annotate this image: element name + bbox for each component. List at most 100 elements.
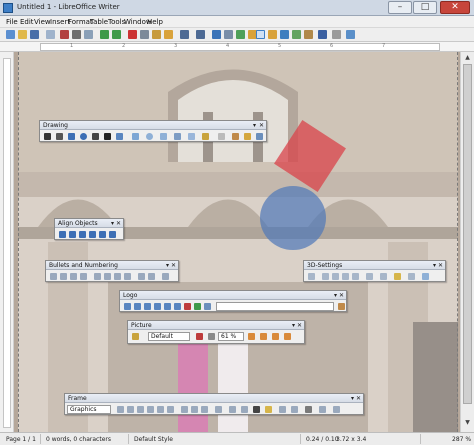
ellipse-icon[interactable]: [80, 133, 87, 140]
border-color-icon[interactable]: [253, 406, 260, 413]
page-style[interactable]: Default Style: [134, 436, 173, 443]
line-icon[interactable]: [56, 133, 63, 140]
wrap-right-icon[interactable]: [157, 406, 164, 413]
logo-go-icon[interactable]: [338, 303, 345, 310]
document-area[interactable]: [14, 52, 460, 432]
cut-icon[interactable]: [128, 30, 137, 39]
clone-formatting-icon[interactable]: [164, 30, 173, 39]
align-left-frame-icon[interactable]: [181, 406, 188, 413]
stop-icon[interactable]: [184, 303, 191, 310]
demote-with-subpoints-icon[interactable]: [80, 273, 87, 280]
maximize-button[interactable]: □: [413, 1, 437, 14]
3d-settings-toolbar[interactable]: 3D-Settings ▾ ✕: [303, 260, 446, 282]
extrusion-toggle-icon[interactable]: [308, 273, 315, 280]
flowchart-icon[interactable]: [174, 133, 181, 140]
rectangle-icon[interactable]: [68, 133, 75, 140]
move-up-icon[interactable]: [94, 273, 101, 280]
left-icon[interactable]: [164, 303, 171, 310]
gallery-icon[interactable]: [292, 30, 301, 39]
color-icon[interactable]: [196, 333, 203, 340]
toolbar-menu-icon[interactable]: ▾: [253, 122, 256, 129]
align-right-icon[interactable]: [79, 231, 86, 238]
export-pdf-icon[interactable]: [60, 30, 69, 39]
back-icon[interactable]: [154, 303, 161, 310]
depth-icon[interactable]: [366, 273, 373, 280]
toolbar-close-icon[interactable]: ✕: [297, 322, 302, 329]
menu-table[interactable]: Table: [90, 18, 108, 26]
menu-edit[interactable]: Edit: [20, 18, 34, 26]
picture-toolbar-header[interactable]: Picture ▾ ✕: [128, 321, 304, 330]
toolbar-menu-icon[interactable]: ▾: [433, 262, 436, 269]
symbol-shapes-icon[interactable]: [146, 133, 153, 140]
toolbar-close-icon[interactable]: ✕: [116, 220, 121, 227]
graphics-mode-select[interactable]: Default: [148, 332, 190, 341]
toolbar-close-icon[interactable]: ✕: [438, 262, 443, 269]
fontwork-icon[interactable]: [232, 133, 239, 140]
background-color-icon[interactable]: [265, 406, 272, 413]
new-document-icon[interactable]: [6, 30, 15, 39]
demote-icon[interactable]: [60, 273, 67, 280]
toolbar-close-icon[interactable]: ✕: [171, 262, 176, 269]
menu-format[interactable]: Format: [68, 18, 93, 26]
toolbar-close-icon[interactable]: ✕: [339, 292, 344, 299]
3d-toolbar-header[interactable]: 3D-Settings ▾ ✕: [304, 261, 445, 270]
move-down-icon[interactable]: [104, 273, 111, 280]
borders-icon[interactable]: [229, 406, 236, 413]
toolbar-menu-icon[interactable]: ▾: [292, 322, 295, 329]
tilt-left-icon[interactable]: [342, 273, 349, 280]
blue-circle-shape[interactable]: [258, 184, 328, 252]
bullets-numbering-toolbar[interactable]: Bullets and Numbering ▾ ✕: [45, 260, 179, 282]
wrap-through-icon[interactable]: [167, 406, 174, 413]
page-count[interactable]: Page 1 / 1: [6, 436, 36, 443]
callout-icon[interactable]: [116, 133, 123, 140]
drawing-toolbar[interactable]: Drawing ▾ ✕: [39, 120, 267, 142]
graphic-properties-icon[interactable]: [284, 333, 291, 340]
link-frames-icon[interactable]: [333, 406, 340, 413]
email-icon[interactable]: [46, 30, 55, 39]
menu-help[interactable]: Help: [147, 18, 163, 26]
table-icon[interactable]: [224, 30, 233, 39]
align-bottom-icon[interactable]: [109, 231, 116, 238]
basic-shapes-icon[interactable]: [132, 133, 139, 140]
hyperlink-icon[interactable]: [212, 30, 221, 39]
run-logo-icon[interactable]: [124, 303, 131, 310]
align-top-icon[interactable]: [89, 231, 96, 238]
copy-icon[interactable]: [140, 30, 149, 39]
surface-icon[interactable]: [408, 273, 415, 280]
align-left-icon[interactable]: [59, 231, 66, 238]
crop-icon[interactable]: [272, 333, 279, 340]
bullets-numbering-dialog-icon[interactable]: [162, 273, 169, 280]
picture-toolbar[interactable]: Picture ▾ ✕ Default 61 %: [127, 320, 305, 344]
align-objects-toolbar[interactable]: Align Objects ▾ ✕: [54, 218, 124, 240]
undo-icon[interactable]: [180, 30, 189, 39]
navigator-icon[interactable]: [280, 30, 289, 39]
close-button[interactable]: ✕: [440, 1, 470, 14]
flip-horizontal-icon[interactable]: [260, 333, 267, 340]
autospell-icon[interactable]: [112, 30, 121, 39]
select-icon[interactable]: [44, 133, 51, 140]
direction-icon[interactable]: [380, 273, 387, 280]
wrap-off-icon[interactable]: [117, 406, 124, 413]
optimal-wrap-icon[interactable]: [137, 406, 144, 413]
callouts-icon[interactable]: [188, 133, 195, 140]
toolbar-menu-icon[interactable]: ▾: [111, 220, 114, 227]
clear-screen-icon[interactable]: [204, 303, 211, 310]
text-icon[interactable]: [104, 133, 111, 140]
anchor-icon[interactable]: [215, 406, 222, 413]
align-middle-icon[interactable]: [99, 231, 106, 238]
show-draw-functions-icon[interactable]: [256, 30, 265, 39]
menu-file[interactable]: File: [6, 18, 18, 26]
toolbar-menu-icon[interactable]: ▾: [351, 395, 354, 402]
anchor-change-icon[interactable]: [305, 406, 312, 413]
bring-to-front-icon[interactable]: [279, 406, 286, 413]
center-horizontal-icon[interactable]: [191, 406, 198, 413]
insert-unnumbered-entry-icon[interactable]: [138, 273, 145, 280]
zoom-level[interactable]: 287 %: [452, 436, 471, 443]
forward-icon[interactable]: [144, 303, 151, 310]
stars-icon[interactable]: [202, 133, 209, 140]
restart-numbering-icon[interactable]: [148, 273, 155, 280]
menu-view[interactable]: View: [34, 18, 51, 26]
bullets-toolbar-header[interactable]: Bullets and Numbering ▾ ✕: [46, 261, 178, 270]
frame-type-select[interactable]: Graphics: [67, 405, 111, 414]
frame-properties-icon[interactable]: [319, 406, 326, 413]
